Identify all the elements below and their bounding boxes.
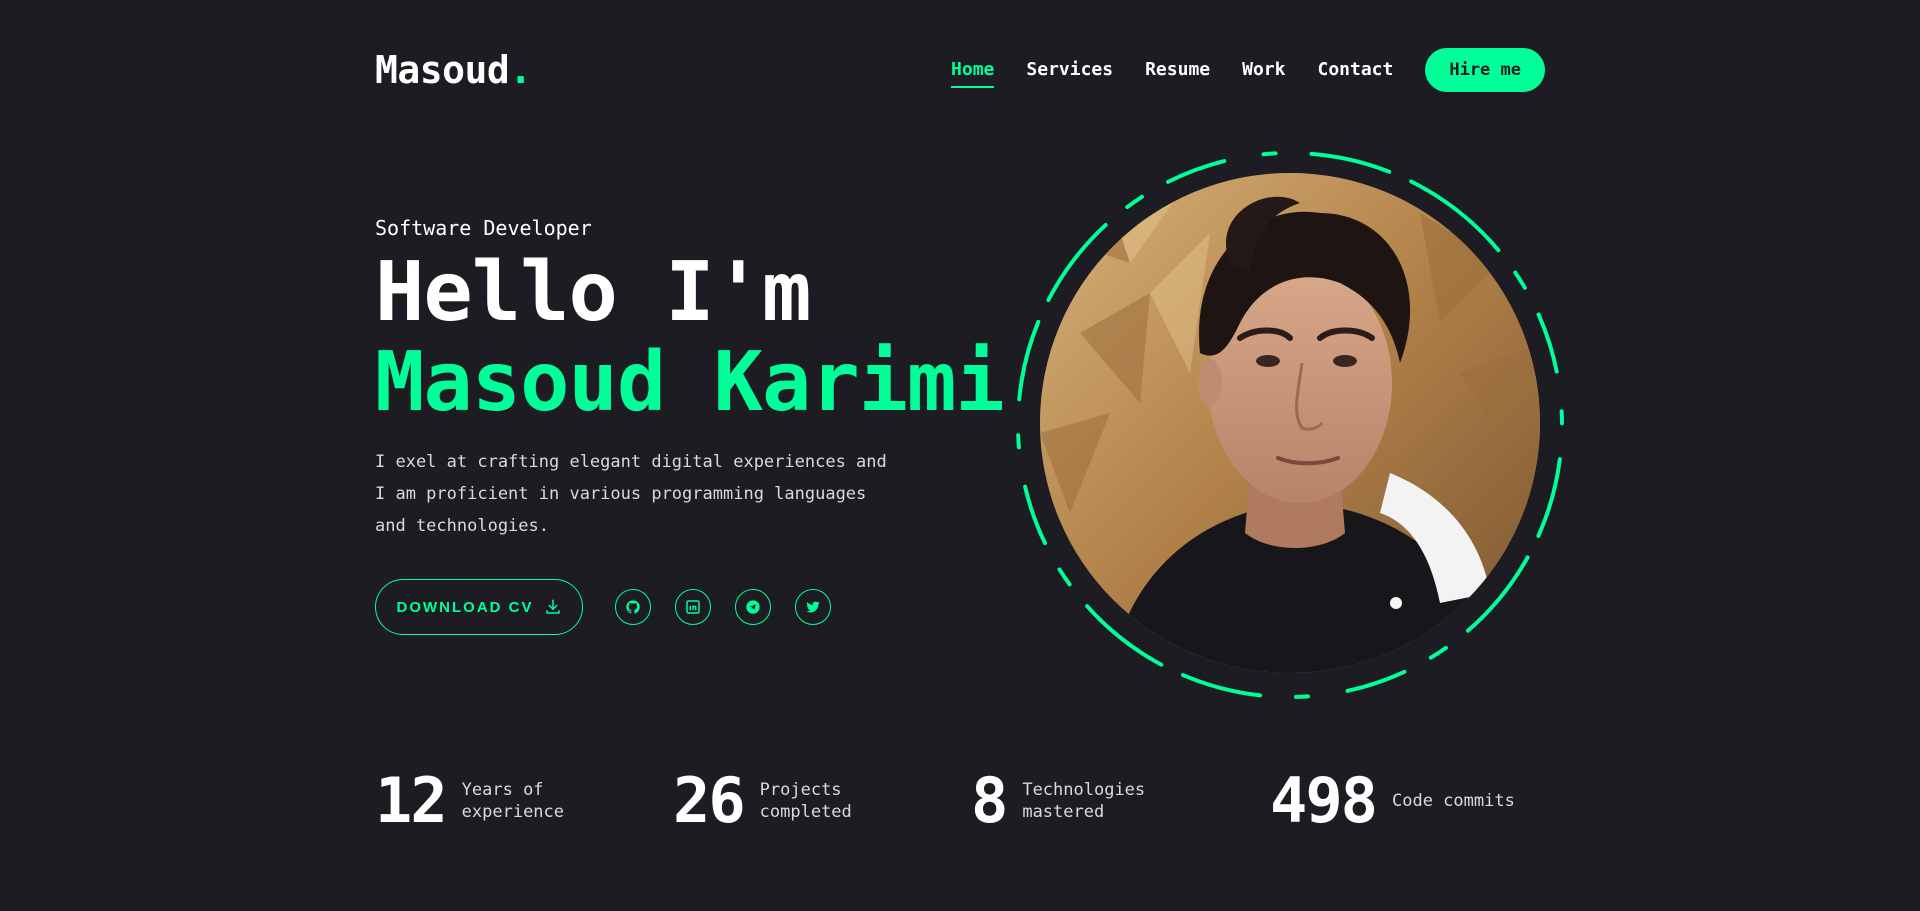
github-icon xyxy=(626,600,640,614)
download-cv-label: DOWNLOAD CV xyxy=(396,598,534,616)
download-cv-button[interactable]: DOWNLOAD CV xyxy=(375,579,583,635)
telegram-link[interactable] xyxy=(735,589,771,625)
logo[interactable]: Masoud. xyxy=(375,48,532,92)
linkedin-icon xyxy=(686,600,700,614)
hero-name: Masoud Karimi xyxy=(375,335,1005,430)
dashed-ring xyxy=(1016,151,1564,699)
hire-me-button[interactable]: Hire me xyxy=(1425,48,1545,92)
logo-text: Masoud xyxy=(375,48,510,92)
stat-label: Code commits xyxy=(1391,791,1515,811)
stat-label: Years of experience xyxy=(461,780,565,822)
hero-title: Hello I'm Masoud Karimi xyxy=(375,245,1005,430)
twitter-link[interactable] xyxy=(795,589,831,625)
download-icon xyxy=(545,599,560,614)
telegram-icon xyxy=(746,600,760,614)
hero-greeting: Hello I'm xyxy=(375,245,811,340)
stat-value: 12 xyxy=(375,764,448,837)
nav-resume[interactable]: Resume xyxy=(1145,48,1210,92)
hero-photo-frame xyxy=(1010,145,1570,705)
stat-value: 26 xyxy=(673,764,746,837)
stat-commits: 498 Code commits xyxy=(1270,770,1542,832)
stat-value: 8 xyxy=(971,764,1008,837)
logo-dot: . xyxy=(509,48,532,92)
hero-subtitle: Software Developer xyxy=(375,216,592,240)
stat-label: Projects completed xyxy=(759,780,852,822)
linkedin-link[interactable] xyxy=(675,589,711,625)
github-link[interactable] xyxy=(615,589,651,625)
stat-value: 498 xyxy=(1270,764,1378,837)
stat-label: Technologies mastered xyxy=(1022,780,1146,822)
nav-services[interactable]: Services xyxy=(1026,48,1113,92)
hero-description: I exel at crafting elegant digital exper… xyxy=(375,452,887,536)
nav-home[interactable]: Home xyxy=(951,48,995,92)
nav-contact[interactable]: Contact xyxy=(1317,48,1393,92)
nav-work[interactable]: Work xyxy=(1242,48,1285,92)
main-nav: Home Services Resume Work Contact Hire m… xyxy=(951,48,1545,92)
stat-projects: 26 Projects completed xyxy=(673,770,910,832)
stat-experience: 12 Years of experience xyxy=(375,770,612,832)
portfolio-page: Masoud. Home Services Resume Work Contac… xyxy=(0,0,1920,911)
twitter-icon xyxy=(806,601,820,613)
stat-technologies: 8 Technologies mastered xyxy=(971,770,1172,832)
